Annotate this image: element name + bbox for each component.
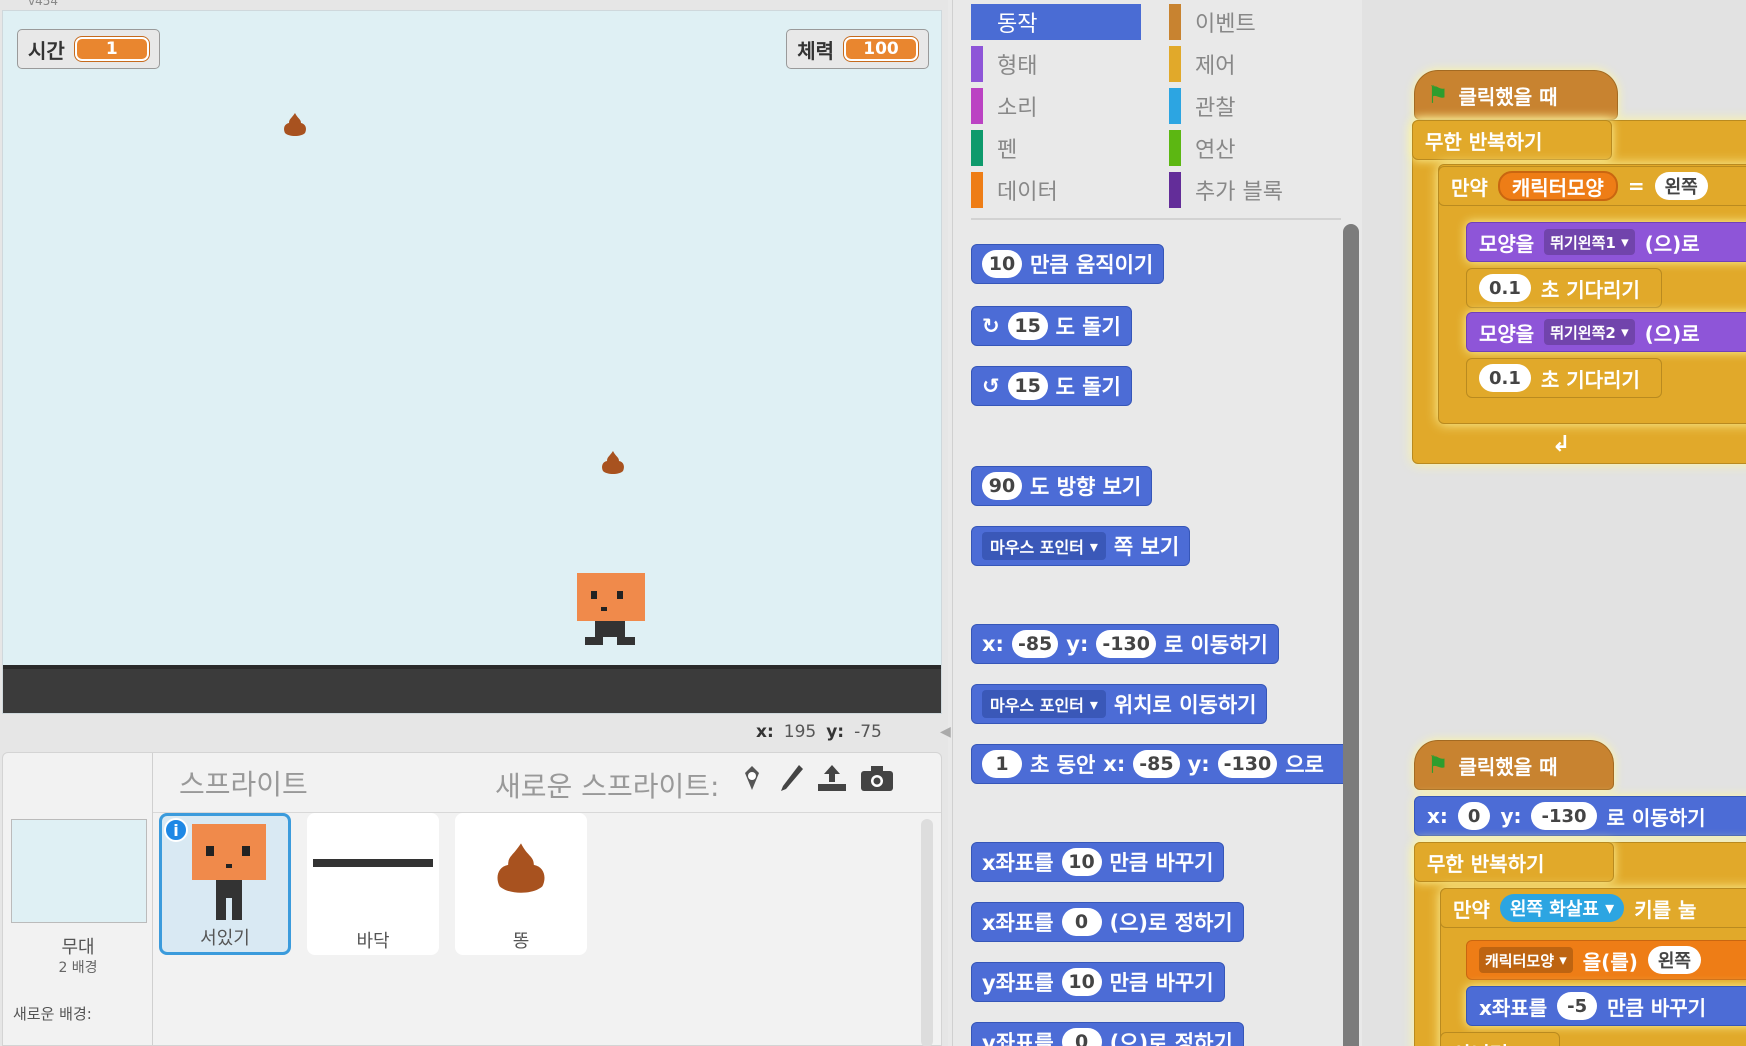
block-point-direction[interactable]: 90 도 방향 보기 [971, 466, 1153, 506]
goto-xy-block[interactable]: x: 0 y: -130 로 이동하기 [1414, 796, 1746, 836]
rotate-cw-icon: ↻ [982, 314, 1000, 338]
info-icon[interactable]: i [164, 818, 188, 842]
sprite-card-selected[interactable]: i 서있기 [159, 813, 291, 955]
sprite-list-scrollbar[interactable] [921, 819, 933, 1046]
monitor-time-value: 1 [74, 37, 149, 61]
stage-thumbnail-column: 무대 2 배경 새로운 배경: [3, 753, 153, 1045]
block-glide[interactable]: 1초 동안 x: -85 y: -130 으로 [971, 744, 1353, 784]
sprite-thumb-floor [313, 859, 433, 867]
sprite-name: 똥 [512, 931, 530, 952]
upload-sprite-icon[interactable] [815, 763, 849, 801]
if-block[interactable]: 만약 캐릭터모양 = 왼쪽 [1438, 166, 1746, 206]
stage-thumbnail[interactable] [11, 819, 147, 923]
target-dropdown[interactable]: 마우스 포인터 ▾ [982, 532, 1106, 560]
sprite-name: 바닥 [356, 931, 390, 952]
monitor-health-label: 체력 [797, 38, 834, 63]
target-dropdown[interactable]: 마우스 포인터 ▾ [982, 690, 1106, 718]
category-sound[interactable]: 소리 [971, 88, 1141, 124]
monitor-health-value: 100 [844, 37, 918, 61]
sprite-thumb-character [192, 824, 266, 920]
green-flag-icon: ⚑ [1427, 751, 1449, 779]
block-goto-xy[interactable]: x: -85 y: -130 로 이동하기 [971, 624, 1279, 664]
rotate-ccw-icon: ↺ [982, 374, 1000, 398]
scripts-area[interactable]: ⚑ 클릭했을 때 무한 반복하기 만약 캐릭터모양 = 왼쪽 모양을 뛰기왼쪽1 … [1362, 0, 1746, 1046]
coord-y-label: y: [826, 722, 845, 742]
green-flag-icon: ⚑ [1427, 81, 1449, 109]
block-turn-right[interactable]: ↻ 15 도 돌기 [971, 306, 1132, 346]
category-more-blocks[interactable]: 추가 블록 [1169, 172, 1339, 208]
sprite-name: 서있기 [200, 928, 250, 949]
variable-dropdown[interactable]: 캐릭터모양 ▾ [1479, 947, 1573, 973]
switch-costume-block[interactable]: 모양을 뛰기왼쪽1 ▾ (으)로 [1466, 222, 1746, 262]
wait-block[interactable]: 0.1 초 기다리기 [1466, 358, 1662, 398]
block-set-x[interactable]: x좌표를 0 (으)로 정하기 [971, 902, 1244, 942]
category-sensing[interactable]: 관찰 [1169, 88, 1339, 124]
category-list: 동작 형태 소리 펜 데이터 이벤트 제어 관찰 연산 추가 블록 [971, 4, 1351, 214]
stage-backdrop-count: 2 배경 [58, 960, 98, 976]
switch-costume-block[interactable]: 모양을 뛰기왼쪽2 ▾ (으)로 [1466, 312, 1746, 352]
paint-sprite-icon[interactable] [777, 763, 807, 801]
costume-dropdown[interactable]: 뛰기왼쪽1 ▾ [1544, 229, 1635, 255]
block-turn-left[interactable]: ↺ 15 도 돌기 [971, 366, 1132, 406]
hat-when-flag-clicked[interactable]: ⚑ 클릭했을 때 [1414, 70, 1618, 120]
monitor-time-label: 시간 [28, 38, 65, 63]
hat-when-flag-clicked[interactable]: ⚑ 클릭했을 때 [1414, 740, 1614, 790]
change-x-block[interactable]: x좌표를 -5 만큼 바꾸기 [1466, 986, 1746, 1026]
sprite-card[interactable]: 똥 [455, 813, 587, 955]
loop-arrow-icon: ↲ [1552, 432, 1571, 457]
coord-x-value: 195 [783, 722, 817, 742]
scratch-editor: v454 시간 1 체력 100 x: 195 y: -75 ◀ 무대 2 배경… [0, 0, 1746, 1046]
version-label: v454 [28, 0, 59, 8]
choose-sprite-icon[interactable] [737, 763, 767, 801]
coord-y-value: -75 [854, 722, 882, 742]
wait-block[interactable]: 0.1 초 기다리기 [1466, 268, 1662, 308]
compare-value[interactable]: 왼쪽 [1654, 172, 1708, 200]
sprite-header: 스프라이트 새로운 스프라이트: [153, 753, 941, 813]
block-move-steps[interactable]: 10 만큼 움직이기 [971, 244, 1165, 284]
sprite-card[interactable]: 바닥 [307, 813, 439, 955]
else-label: 아니면 [1440, 1032, 1560, 1046]
block-set-y[interactable]: y좌표를 0 (으)로 정하기 [971, 1022, 1244, 1046]
category-events[interactable]: 이벤트 [1169, 4, 1339, 40]
category-control[interactable]: 제어 [1169, 46, 1339, 82]
block-change-x[interactable]: x좌표를 10 만큼 바꾸기 [971, 842, 1225, 882]
stage-area: v454 시간 1 체력 100 x: 195 y: -75 ◀ 무대 2 배경… [0, 0, 951, 1046]
block-palette: 동작 형태 소리 펜 데이터 이벤트 제어 관찰 연산 추가 블록 10 만큼 움… [952, 0, 1362, 1046]
monitor-health: 체력 100 [786, 29, 929, 69]
sprite-pane-title: 스프라이트 [179, 768, 308, 801]
mouse-coordinates: x: 195 y: -75 [756, 722, 882, 742]
character-sprite[interactable] [575, 571, 647, 651]
chevron-down-icon: ▾ [1089, 694, 1098, 714]
block-change-y[interactable]: y좌표를 10 만큼 바꾸기 [971, 962, 1225, 1002]
camera-sprite-icon[interactable] [859, 763, 895, 801]
block-goto-target[interactable]: 마우스 포인터 ▾ 위치로 이동하기 [971, 684, 1268, 724]
forever-block[interactable]: 무한 반복하기 [1412, 120, 1612, 160]
forever-block[interactable]: 무한 반복하기 [1414, 842, 1614, 882]
key-dropdown[interactable]: 왼쪽 화살표 ▾ [1499, 894, 1625, 922]
costume-dropdown[interactable]: 뛰기왼쪽2 ▾ [1544, 319, 1635, 345]
category-divider [971, 218, 1341, 220]
palette-scrollbar[interactable] [1343, 224, 1359, 1046]
block-point-towards[interactable]: 마우스 포인터 ▾ 쪽 보기 [971, 526, 1191, 566]
sprite-thumb-poop [497, 843, 545, 893]
new-sprite-label: 새로운 스프라이트: [495, 770, 720, 803]
var-reporter[interactable]: 캐릭터모양 [1497, 171, 1618, 201]
category-data[interactable]: 데이터 [971, 172, 1141, 208]
coord-x-label: x: [756, 722, 774, 742]
ground-floor [3, 665, 941, 713]
falling-poop-sprite[interactable] [281, 111, 309, 137]
category-operators[interactable]: 연산 [1169, 130, 1339, 166]
stage-label: 무대 [61, 937, 95, 958]
stage-canvas[interactable]: 시간 1 체력 100 [2, 10, 942, 714]
set-variable-block[interactable]: 캐릭터모양 ▾ 을(를) 왼쪽 [1466, 940, 1746, 980]
category-pen[interactable]: 펜 [971, 130, 1141, 166]
monitor-time: 시간 1 [17, 29, 160, 69]
new-backdrop-label: 새로운 배경: [13, 1005, 92, 1023]
chevron-down-icon: ▾ [1089, 536, 1098, 556]
if-key-pressed-block[interactable]: 만약 왼쪽 화살표 ▾ 키를 눌 [1440, 888, 1746, 928]
sprite-pane: 무대 2 배경 새로운 배경: 스프라이트 새로운 스프라이트: i 서있기 바… [2, 752, 942, 1046]
category-motion[interactable]: 동작 [971, 4, 1141, 40]
category-looks[interactable]: 형태 [971, 46, 1141, 82]
falling-poop-sprite[interactable] [599, 449, 627, 475]
